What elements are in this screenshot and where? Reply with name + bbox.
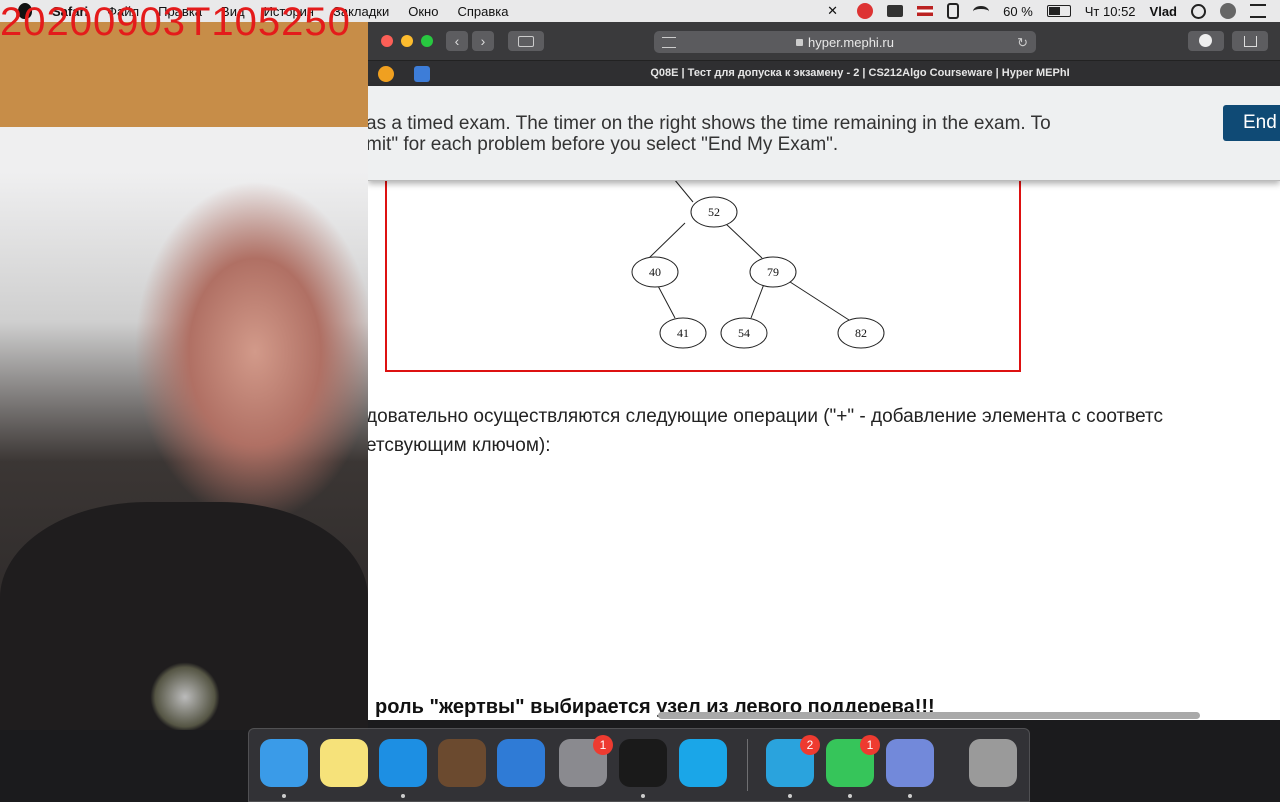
dock-discord-icon[interactable] bbox=[886, 739, 934, 787]
minimize-window-button[interactable] bbox=[401, 35, 413, 47]
siri-icon[interactable] bbox=[1220, 3, 1236, 19]
dock-garageband-icon[interactable] bbox=[438, 739, 486, 787]
address-bar[interactable]: hyper.mephi.ru ↻ bbox=[654, 31, 1036, 53]
tree-edge bbox=[724, 222, 763, 259]
problem-content: 52 40 79 41 54 82 довательно осуществляю… bbox=[368, 170, 1280, 720]
battery-percent: 60 % bbox=[1003, 3, 1033, 19]
timed-exam-message-line2: mit" for each problem before you select … bbox=[368, 134, 839, 155]
input-source-flag-icon[interactable] bbox=[917, 6, 934, 16]
active-tab-title[interactable]: Q08E | Тест для допуска к экзамену - 2 |… bbox=[440, 67, 1280, 79]
binary-tree-diagram: 52 40 79 41 54 82 bbox=[631, 178, 885, 349]
menu-help[interactable]: Справка bbox=[457, 4, 508, 19]
lock-icon bbox=[796, 38, 803, 46]
download-icon bbox=[1199, 34, 1212, 47]
dock-telegram-badge: 2 bbox=[800, 735, 820, 755]
dock-facetime-badge: 1 bbox=[860, 735, 880, 755]
tree-node-label: 41 bbox=[677, 326, 689, 340]
tree-edge bbox=[656, 283, 676, 319]
notification-app-icon[interactable] bbox=[857, 3, 874, 19]
problem-statement-line1: довательно осуществляются следующие опер… bbox=[368, 406, 1164, 427]
tree-edge bbox=[750, 283, 765, 319]
dock-running-indicator bbox=[641, 794, 645, 798]
dock: 1 2 1 bbox=[248, 728, 1030, 802]
dock-skype-icon[interactable] bbox=[679, 739, 727, 787]
dock-running-indicator bbox=[788, 794, 792, 798]
reload-icon[interactable]: ↻ bbox=[1017, 35, 1028, 51]
notification-center-icon[interactable] bbox=[1250, 4, 1266, 18]
webcam-video bbox=[0, 22, 368, 730]
browser-toolbar: ‹ › hyper.mephi.ru ↻ bbox=[368, 22, 1280, 60]
scissors-icon[interactable]: ✕ bbox=[827, 4, 843, 18]
recording-timestamp: 20200903T105250 bbox=[0, 0, 351, 44]
dock-safari-icon[interactable] bbox=[379, 739, 427, 787]
forward-button[interactable]: › bbox=[472, 31, 494, 51]
screen-share-icon[interactable] bbox=[887, 5, 904, 17]
clock[interactable]: Чт 10:52 bbox=[1085, 4, 1136, 19]
reader-view-icon[interactable] bbox=[662, 37, 676, 48]
tab-bar: Q08E | Тест для допуска к экзамену - 2 |… bbox=[368, 60, 1280, 87]
tree-node-label: 52 bbox=[708, 205, 720, 219]
dock-running-indicator bbox=[401, 794, 405, 798]
tree-node-label: 82 bbox=[855, 326, 867, 340]
tree-edge bbox=[673, 178, 694, 203]
tree-node-label: 40 bbox=[649, 265, 661, 279]
tree-edge bbox=[786, 279, 850, 321]
menu-window[interactable]: Окно bbox=[408, 4, 438, 19]
fullscreen-window-button[interactable] bbox=[421, 35, 433, 47]
address-bar-url: hyper.mephi.ru bbox=[808, 34, 894, 50]
spotlight-search-icon[interactable] bbox=[1191, 3, 1206, 19]
menu-extras: ✕ 60 % Чт 10:52 Vlad bbox=[827, 0, 1280, 22]
sidebar-toggle-button[interactable] bbox=[508, 31, 544, 51]
pinned-tab-icon[interactable] bbox=[414, 66, 430, 82]
dock-notes-icon[interactable] bbox=[320, 739, 368, 787]
pinned-tab-icon[interactable] bbox=[378, 66, 394, 82]
dock-running-indicator bbox=[908, 794, 912, 798]
back-button[interactable]: ‹ bbox=[446, 31, 468, 51]
tree-edge bbox=[648, 222, 686, 259]
dock-separator bbox=[747, 739, 748, 791]
dock-xcode-icon[interactable] bbox=[497, 739, 545, 787]
timed-exam-banner: as a timed exam. The timer on the right … bbox=[368, 86, 1280, 181]
problem-statement-line2: етсвующим ключом): bbox=[368, 435, 551, 456]
tree-diagram-frame: 52 40 79 41 54 82 bbox=[385, 170, 1021, 372]
wifi-icon[interactable] bbox=[973, 5, 990, 17]
webcam-shirt-print bbox=[150, 662, 220, 730]
dock-trash-icon[interactable] bbox=[969, 739, 1017, 787]
close-window-button[interactable] bbox=[381, 35, 393, 47]
share-icon bbox=[1244, 36, 1257, 47]
timed-exam-message-line1: as a timed exam. The timer on the right … bbox=[368, 113, 1051, 134]
bluetooth-icon[interactable] bbox=[947, 3, 960, 19]
timed-exam-message: as a timed exam. The timer on the right … bbox=[368, 113, 1126, 155]
downloads-button[interactable] bbox=[1188, 31, 1224, 51]
dock-running-indicator bbox=[848, 794, 852, 798]
battery-icon[interactable] bbox=[1046, 5, 1071, 17]
safari-window: ‹ › hyper.mephi.ru ↻ Q08E | Тест для доп… bbox=[368, 22, 1280, 720]
dock-pycharm-icon[interactable] bbox=[619, 739, 667, 787]
user-name[interactable]: Vlad bbox=[1150, 4, 1177, 19]
dock-system-preferences-badge: 1 bbox=[593, 735, 613, 755]
tree-node-label: 54 bbox=[738, 326, 750, 340]
dock-running-indicator bbox=[282, 794, 286, 798]
share-button[interactable] bbox=[1232, 31, 1268, 51]
end-exam-button[interactable]: End bbox=[1223, 105, 1280, 141]
dock-finder-icon[interactable] bbox=[260, 739, 308, 787]
problem-statement: довательно осуществляются следующие опер… bbox=[368, 402, 1163, 460]
horizontal-scrollbar[interactable] bbox=[658, 712, 1200, 719]
tree-node-label: 79 bbox=[767, 265, 779, 279]
